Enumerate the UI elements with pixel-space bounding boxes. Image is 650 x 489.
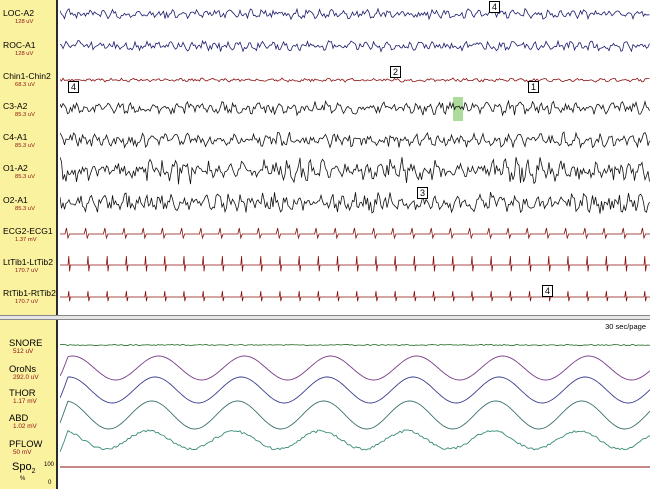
channel-label-c4-a1[interactable]: C4-A1 (3, 132, 27, 142)
trace-ecg2-ecg1 (60, 227, 650, 240)
trace-lttib1-lttib2 (60, 255, 650, 272)
spo2-scale-min: 0 (48, 480, 52, 486)
spo2-label-text: Spo (12, 461, 32, 473)
spo2-unit: % (20, 476, 26, 482)
channel-label-lttib[interactable]: LtTib1-LtTib2 (3, 257, 53, 267)
trace-abd (60, 400, 650, 430)
trace-c4-a1 (60, 131, 650, 149)
channel-scale: 170.7 uV (15, 268, 39, 274)
channel-label-rttib[interactable]: RtTib1-RtTib2 (3, 288, 56, 298)
channel-label-orons[interactable]: OroNs (9, 363, 36, 374)
event-marker[interactable]: 4 (542, 285, 554, 297)
event-marker[interactable]: 2 (390, 66, 402, 78)
channel-label-abd[interactable]: ABD (9, 412, 28, 423)
spo2-scale-max: 100 (44, 462, 55, 468)
spo2-label-sub: 2 (31, 468, 36, 476)
trace-loc-a2 (60, 7, 650, 21)
channel-label-o2-a1[interactable]: O2-A1 (3, 195, 28, 205)
trace-o2-a1 (60, 191, 650, 214)
channel-label-pflow[interactable]: PFLOW (9, 438, 42, 449)
event-marker[interactable]: 4 (68, 81, 80, 93)
channel-scale: 1.37 mV (15, 237, 37, 243)
eeg-trace-area[interactable]: 4 2 4 1 3 4 (60, 0, 650, 315)
channel-scale: 292.0 uV (13, 374, 39, 381)
channel-scale: 85.3 uV (15, 143, 35, 149)
event-marker[interactable]: 4 (489, 1, 501, 13)
channel-label-roc-a1[interactable]: ROC-A1 (3, 40, 35, 50)
channel-scale: 68.3 uV (15, 82, 35, 88)
channel-scale: 1.17 mV (13, 398, 37, 405)
channel-label-loc-a2[interactable]: LOC-A2 (3, 8, 34, 18)
channel-label-thor[interactable]: THOR (9, 387, 36, 398)
channel-scale: 128 uV (15, 19, 34, 25)
channel-label-snore[interactable]: SNORE (9, 337, 42, 348)
channel-label-c3-a2[interactable]: C3-A2 (3, 101, 27, 111)
trace-thor (60, 376, 650, 404)
resp-traces (60, 343, 650, 468)
trace-rttib1-rttib2 (60, 290, 650, 302)
channel-label-o1-a2[interactable]: O1-A2 (3, 163, 28, 173)
channel-scale: 1.02 mV (13, 423, 37, 430)
eeg-panel: LOC-A2 128 uV ROC-A1 128 uV Chin1-Chin2 … (0, 0, 650, 315)
channel-scale: 512 uV (13, 348, 34, 355)
trace-snore (60, 343, 650, 347)
resp-trace-area[interactable]: 30 sec/page (60, 320, 650, 489)
channel-label-ecg[interactable]: ECG2-ECG1 (3, 226, 53, 236)
page-speed-label[interactable]: 30 sec/page (605, 322, 646, 331)
trace-c3-a2 (60, 99, 650, 117)
polysomnography-viewer: LOC-A2 128 uV ROC-A1 128 uV Chin1-Chin2 … (0, 0, 650, 489)
channel-scale: 170.7 uV (15, 299, 39, 305)
trace-o1-a2 (60, 157, 650, 185)
trace-orons (60, 355, 650, 381)
trace-pflow (60, 429, 650, 453)
channel-scale: 85.3 uV (15, 174, 35, 180)
channel-scale: 85.3 uV (15, 112, 35, 118)
eeg-label-column: LOC-A2 128 uV ROC-A1 128 uV Chin1-Chin2 … (0, 0, 58, 315)
channel-label-chin[interactable]: Chin1-Chin2 (3, 71, 51, 81)
trace-roc-a1 (60, 39, 650, 53)
event-marker[interactable]: 1 (528, 81, 540, 93)
channel-scale: 128 uV (15, 51, 34, 57)
channel-scale: 85.3 uV (15, 206, 35, 212)
channel-scale: 50 mV (13, 449, 32, 456)
event-marker[interactable]: 3 (417, 187, 429, 199)
eeg-traces (60, 7, 650, 302)
resp-label-column: SNORE 512 uV OroNs 292.0 uV THOR 1.17 mV… (0, 320, 58, 489)
trace-chin1-chin2 (60, 77, 650, 83)
respiratory-panel: SNORE 512 uV OroNs 292.0 uV THOR 1.17 mV… (0, 320, 650, 489)
